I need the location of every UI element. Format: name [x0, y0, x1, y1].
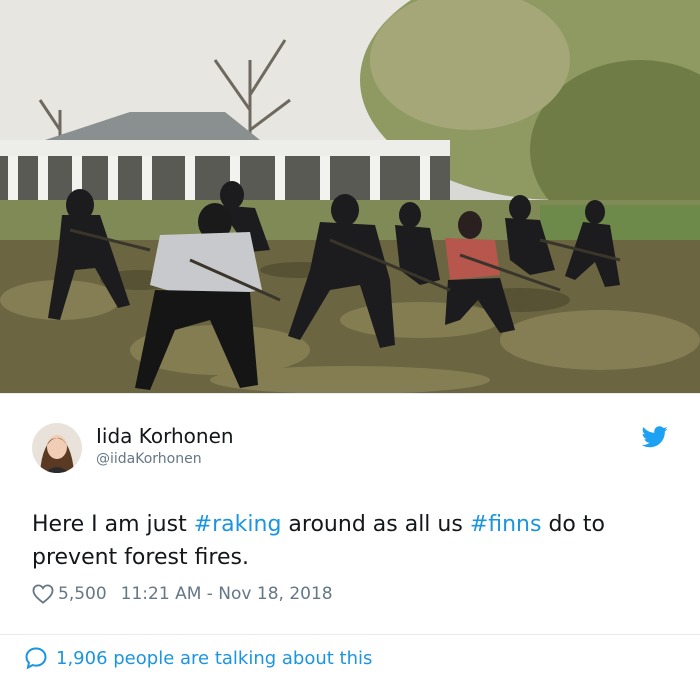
tweet-photo[interactable] [0, 0, 700, 393]
hashtag-raking[interactable]: #raking [194, 512, 282, 537]
conversation-link[interactable]: 1,906 people are talking about this [24, 646, 372, 670]
embedded-tweet-card: Iida Korhonen @iidaKorhonen Here I am ju… [0, 0, 700, 683]
tweet-text: Here I am just #raking around as all us … [32, 508, 672, 574]
divider [0, 634, 700, 635]
like-count[interactable]: 5,500 [58, 584, 107, 604]
tweet-body: Iida Korhonen @iidaKorhonen Here I am ju… [0, 393, 700, 683]
tweet-meta: 5,500 11:21 AM - Nov 18, 2018 [32, 584, 333, 604]
speech-bubble-icon [24, 646, 48, 670]
avatar-photo [32, 423, 82, 473]
raking-people-photo [0, 0, 700, 393]
avatar[interactable] [32, 423, 82, 473]
twitter-bird-icon[interactable] [641, 426, 668, 448]
heart-icon[interactable] [32, 584, 54, 604]
conversation-label[interactable]: 1,906 people are talking about this [56, 648, 372, 669]
tweet-timestamp[interactable]: 11:21 AM - Nov 18, 2018 [121, 584, 333, 604]
author-name[interactable]: Iida Korhonen [96, 424, 234, 448]
hashtag-finns[interactable]: #finns [470, 512, 542, 537]
tweet-text-part: Here I am just [32, 512, 194, 537]
tweet-text-part: around as all us [281, 512, 470, 537]
author-handle[interactable]: @iidaKorhonen [96, 451, 202, 467]
